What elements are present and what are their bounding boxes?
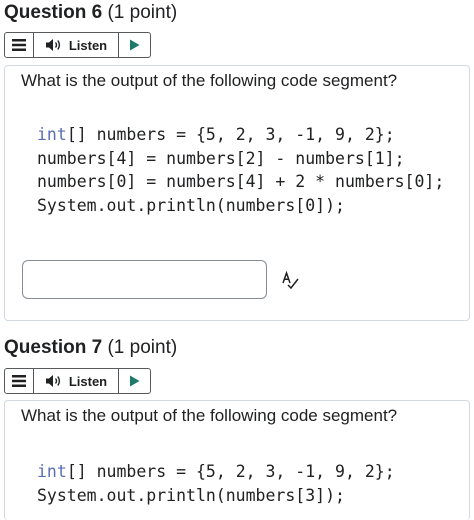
question-7-toolbar: Listen xyxy=(4,368,151,394)
question-6-toolbar: Listen xyxy=(4,32,151,58)
code-line: int[] numbers = {5, 2, 3, -1, 9, 2}; xyxy=(37,462,395,481)
play-icon xyxy=(130,375,140,387)
question-number: Question 6 xyxy=(4,2,103,23)
listen-label: Listen xyxy=(68,373,108,389)
code-block: int[] numbers = {5, 2, 3, -1, 9, 2}; num… xyxy=(37,123,444,217)
play-button[interactable] xyxy=(119,369,150,393)
code-line: System.out.println(numbers[3]); xyxy=(37,485,345,505)
play-icon xyxy=(130,39,140,51)
hamburger-menu-icon xyxy=(12,39,26,51)
speaker-icon xyxy=(45,39,60,51)
question-prompt: What is the output of the following code… xyxy=(21,71,398,90)
play-button[interactable] xyxy=(119,33,150,57)
code-line: numbers[0] = numbers[4] + 2 * numbers[0]… xyxy=(37,172,445,191)
question-number: Question 7 xyxy=(4,337,103,358)
code-line: int[] numbers = {5, 2, 3, -1, 9, 2}; xyxy=(37,125,395,144)
hamburger-menu-icon xyxy=(12,375,26,387)
listen-label: Listen xyxy=(68,37,108,53)
answer-input[interactable] xyxy=(22,260,267,299)
listen-button[interactable]: Listen xyxy=(34,369,119,393)
spellcheck-icon xyxy=(282,270,299,290)
listen-button[interactable]: Listen xyxy=(34,33,119,57)
question-6-title: Question 6 (1 point) xyxy=(4,2,177,24)
question-7-title: Question 7 (1 point) xyxy=(4,337,177,359)
question-points: (1 point) xyxy=(107,337,178,358)
speaker-icon xyxy=(45,375,60,387)
menu-button[interactable] xyxy=(5,33,34,57)
code-line: numbers[4] = numbers[2] - numbers[1]; xyxy=(37,148,405,168)
question-points: (1 point) xyxy=(107,2,178,23)
code-block: int[] numbers = {5, 2, 3, -1, 9, 2}; Sys… xyxy=(37,460,395,507)
question-prompt: What is the output of the following code… xyxy=(21,406,398,425)
menu-button[interactable] xyxy=(5,369,34,393)
code-line: System.out.println(numbers[0]); xyxy=(37,195,345,215)
spellcheck-button[interactable] xyxy=(281,270,299,294)
